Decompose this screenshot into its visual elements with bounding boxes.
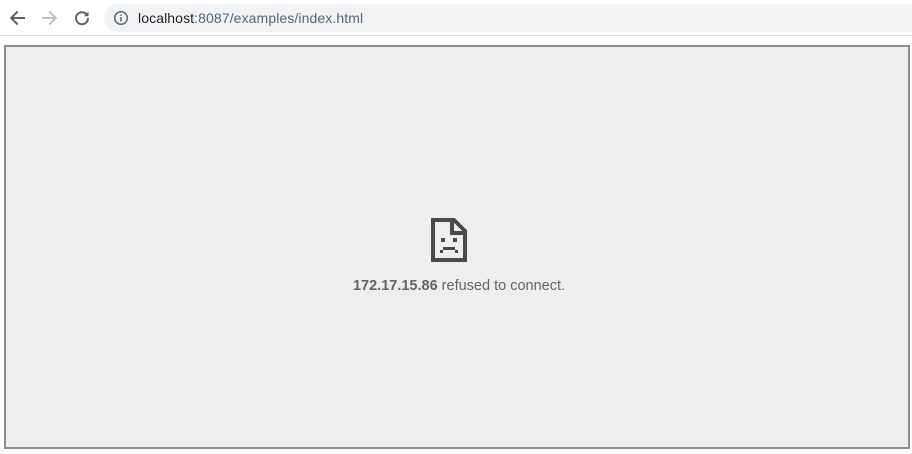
error-host: 172.17.15.86 [352, 278, 438, 294]
info-circle-icon[interactable] [113, 10, 129, 26]
arrow-right-icon [41, 9, 59, 27]
forward-button[interactable] [37, 5, 63, 31]
reload-button[interactable] [69, 5, 95, 31]
back-button[interactable] [4, 5, 30, 31]
sad-page-icon [431, 218, 467, 262]
arrow-left-icon [8, 9, 26, 27]
browser-toolbar: localhost:8087/examples/index.html [0, 0, 912, 36]
address-bar[interactable]: localhost:8087/examples/index.html [104, 4, 912, 32]
page-viewport: 172.17.15.86 refused to connect. [4, 45, 910, 449]
error-message: 172.17.15.86 refused to connect. [6, 278, 912, 294]
reload-icon [73, 9, 91, 27]
url-host: localhost [138, 10, 195, 26]
url-path: :8087/examples/index.html [194, 10, 364, 26]
error-text: refused to connect. [437, 278, 566, 294]
url-text[interactable]: localhost:8087/examples/index.html [138, 10, 363, 26]
